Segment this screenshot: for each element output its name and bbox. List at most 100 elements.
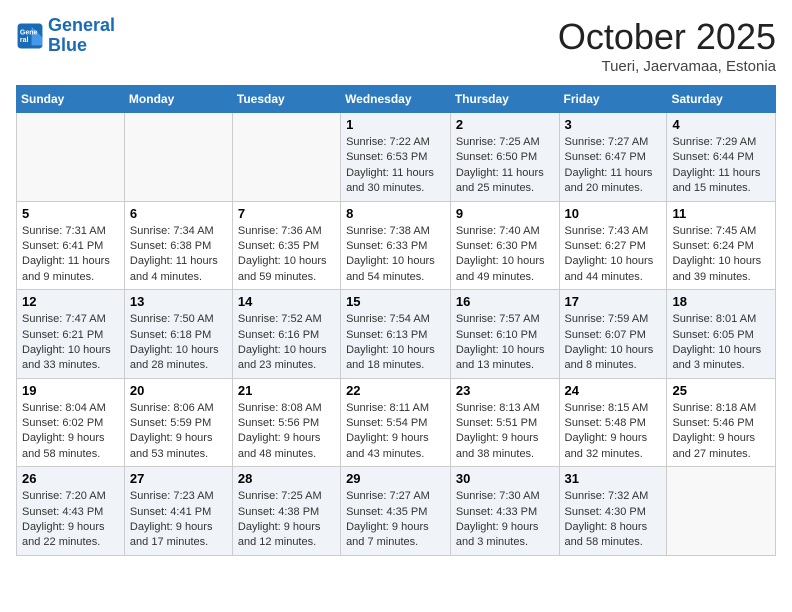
day-cell: 19 Sunrise: 8:04 AM Sunset: 6:02 PM Dayligh… [17, 378, 125, 467]
day-info-line: Sunset: 6:13 PM [346, 329, 427, 341]
day-cell: 12Sunrise: 7:47 AMSunset: 6:21 PMDayligh… [17, 290, 125, 379]
day-info: Sunrise: 7:43 AMSunset: 6:27 PMDaylight:… [565, 224, 662, 286]
day-cell: 14 Sunrise: 7:52 AMSunset: 6:16 PMDayligh… [232, 290, 340, 379]
week-row-3: 12Sunrise: 7:47 AMSunset: 6:21 PMDayligh… [17, 290, 776, 379]
day-cell: 4Sunrise: 7:29 AMSunset: 6:44 PMDaylight… [667, 113, 776, 202]
header-thursday: Thursday [450, 86, 559, 113]
day-info: Sunrise: 7:22 AMSunset: 6:53 PMDaylight:… [346, 135, 445, 197]
day-info-line: Daylight: 11 hours and 20 minutes. [565, 167, 653, 194]
day-cell: 3 Sunrise: 7:27 AMSunset: 6:47 PMDaylight… [559, 113, 667, 202]
days-header-row: SundayMondayTuesdayWednesdayThursdayFrid… [17, 86, 776, 113]
day-number: 6 [130, 206, 227, 221]
week-row-2: 5Sunrise: 7:31 AMSunset: 6:41 PMDaylight… [17, 201, 776, 290]
day-number: 21 [238, 383, 335, 398]
logo-icon: Gene ral [16, 22, 44, 50]
day-info-line: Sunrise: 8:11 AM [346, 402, 429, 414]
day-info-line: Daylight: 9 hours and 22 minutes. [22, 521, 105, 548]
day-info-line: Daylight: 9 hours and 3 minutes. [456, 521, 539, 548]
day-info: Sunrise: 7:52 AMSunset: 6:16 PMDaylight:… [238, 312, 335, 374]
day-info: Sunrise: 8:01 AMSunset: 6:05 PMDaylight:… [672, 312, 770, 374]
day-cell: 11Sunrise: 7:45 AMSunset: 6:24 PMDayligh… [667, 201, 776, 290]
day-info-line: Daylight: 9 hours and 38 minutes. [456, 432, 539, 459]
day-info-line: Sunrise: 7:31 AM [22, 225, 106, 237]
header-monday: Monday [124, 86, 232, 113]
day-cell: 24 Sunrise: 8:15 AM Sunset: 5:48 PM Dayligh… [559, 378, 667, 467]
day-info-line: Sunrise: 8:18 AM [672, 402, 756, 414]
day-info-line: Sunrise: 7:23 AM [130, 490, 214, 502]
day-info-line: Sunrise: 8:15 AM [565, 402, 649, 414]
day-info: Sunrise: 7:54 AMSunset: 6:13 PMDaylight:… [346, 312, 445, 374]
day-info-line: Daylight: 10 hours and 8 minutes. [565, 344, 654, 371]
day-number: 24 [565, 383, 662, 398]
day-info-line: Sunset: 6:44 PM [672, 151, 753, 163]
logo: Gene ral General Blue [16, 16, 115, 56]
day-info-line: Daylight: 11 hours and 9 minutes. [22, 255, 110, 282]
title-block: October 2025 Tueri, Jaervamaa, Estonia [558, 16, 776, 75]
day-cell [124, 113, 232, 202]
day-info-line: Sunset: 4:38 PM [238, 506, 319, 518]
logo-text-line2: Blue [48, 36, 115, 56]
day-info-line: Daylight: 9 hours and 48 minutes. [238, 432, 321, 459]
day-cell: 29Sunrise: 7:27 AMSunset: 4:35 PMDayligh… [341, 467, 451, 556]
day-info-line: Sunrise: 7:50 AM [130, 313, 214, 325]
day-info-line: Daylight: 9 hours and 58 minutes. [22, 432, 105, 459]
day-info-line: Sunset: 5:59 PM [130, 417, 211, 429]
day-info-line: Sunrise: 8:08 AM [238, 402, 322, 414]
day-info-line: Sunset: 4:35 PM [346, 506, 427, 518]
day-number: 20 [130, 383, 227, 398]
day-number: 25 [672, 383, 770, 398]
day-number: 18 [672, 294, 770, 309]
day-info: Sunrise: 7:31 AM Sunset: 6:41 PM Daylight:… [22, 224, 119, 286]
day-info: Sunrise: 7:50 AMSunset: 6:18 PMDaylight:… [130, 312, 227, 374]
svg-text:ral: ral [20, 37, 29, 44]
day-info-line: Sunrise: 7:47 AM [22, 313, 106, 325]
day-info: Sunrise: 7:25 AMSunset: 6:50 PMDaylight:… [456, 135, 554, 197]
week-row-1: 1Sunrise: 7:22 AMSunset: 6:53 PMDaylight… [17, 113, 776, 202]
day-info-line: Sunset: 6:10 PM [456, 329, 537, 341]
day-cell: 15Sunrise: 7:54 AMSunset: 6:13 PMDayligh… [341, 290, 451, 379]
day-info-line: Sunrise: 7:54 AM [346, 313, 430, 325]
day-info-line: Sunset: 6:02 PM [22, 417, 103, 429]
day-info-line: Daylight: 11 hours and 30 minutes. [346, 167, 434, 194]
day-info-line: Sunset: 6:41 PM [22, 240, 103, 252]
day-number: 10 [565, 206, 662, 221]
day-info-line: Sunrise: 7:27 AM [346, 490, 430, 502]
day-info: Sunrise: 7:27 AMSunset: 6:47 PMDaylight:… [565, 135, 662, 197]
day-info-line: Daylight: 9 hours and 17 minutes. [130, 521, 213, 548]
day-cell: 25 Sunrise: 8:18 AMSunset: 5:46 PMDayligh… [667, 378, 776, 467]
day-info-line: Sunrise: 7:57 AM [456, 313, 540, 325]
day-info: Sunrise: 8:08 AMSunset: 5:56 PMDaylight:… [238, 401, 335, 463]
day-info-line: Sunrise: 7:52 AM [238, 313, 322, 325]
day-number: 14 [238, 294, 335, 309]
day-info-line: Daylight: 9 hours and 43 minutes. [346, 432, 429, 459]
day-info-line: Sunset: 6:50 PM [456, 151, 537, 163]
day-number: 16 [456, 294, 554, 309]
day-cell: 28Sunrise: 7:25 AMSunset: 4:38 PMDayligh… [232, 467, 340, 556]
week-row-5: 26Sunrise: 7:20 AMSunset: 4:43 PMDayligh… [17, 467, 776, 556]
day-info: Sunrise: 8:18 AMSunset: 5:46 PMDaylight:… [672, 401, 770, 463]
day-info-line: Daylight: 11 hours and 4 minutes. [130, 255, 218, 282]
day-number: 7 [238, 206, 335, 221]
day-cell: 13Sunrise: 7:50 AMSunset: 6:18 PMDayligh… [124, 290, 232, 379]
day-info-line: Daylight: 10 hours and 28 minutes. [130, 344, 219, 371]
day-info: Sunrise: 7:38 AMSunset: 6:33 PMDaylight:… [346, 224, 445, 286]
day-number: 19 [22, 383, 119, 398]
day-cell: 1Sunrise: 7:22 AMSunset: 6:53 PMDaylight… [341, 113, 451, 202]
day-info-line: Sunrise: 7:25 AM [456, 136, 540, 148]
logo-text-line1: General [48, 16, 115, 36]
day-number: 11 [672, 206, 770, 221]
day-info-line: Sunrise: 7:38 AM [346, 225, 430, 237]
day-info-line: Sunrise: 7:29 AM [672, 136, 756, 148]
day-info-line: Sunrise: 8:04 AM [22, 402, 106, 414]
day-info-line: Daylight: 9 hours and 53 minutes. [130, 432, 213, 459]
day-info-line: Daylight: 9 hours and 32 minutes. [565, 432, 648, 459]
month-title: October 2025 [558, 16, 776, 58]
day-info-line: Sunset: 5:48 PM [565, 417, 646, 429]
day-number: 22 [346, 383, 445, 398]
day-info-line: Daylight: 10 hours and 13 minutes. [456, 344, 545, 371]
day-info-line: Daylight: 10 hours and 39 minutes. [672, 255, 761, 282]
day-number: 3 [565, 117, 662, 132]
day-info-line: Sunrise: 7:45 AM [672, 225, 756, 237]
day-info-line: Sunrise: 7:25 AM [238, 490, 322, 502]
page-header: Gene ral General Blue October 2025 Tueri… [16, 16, 776, 75]
